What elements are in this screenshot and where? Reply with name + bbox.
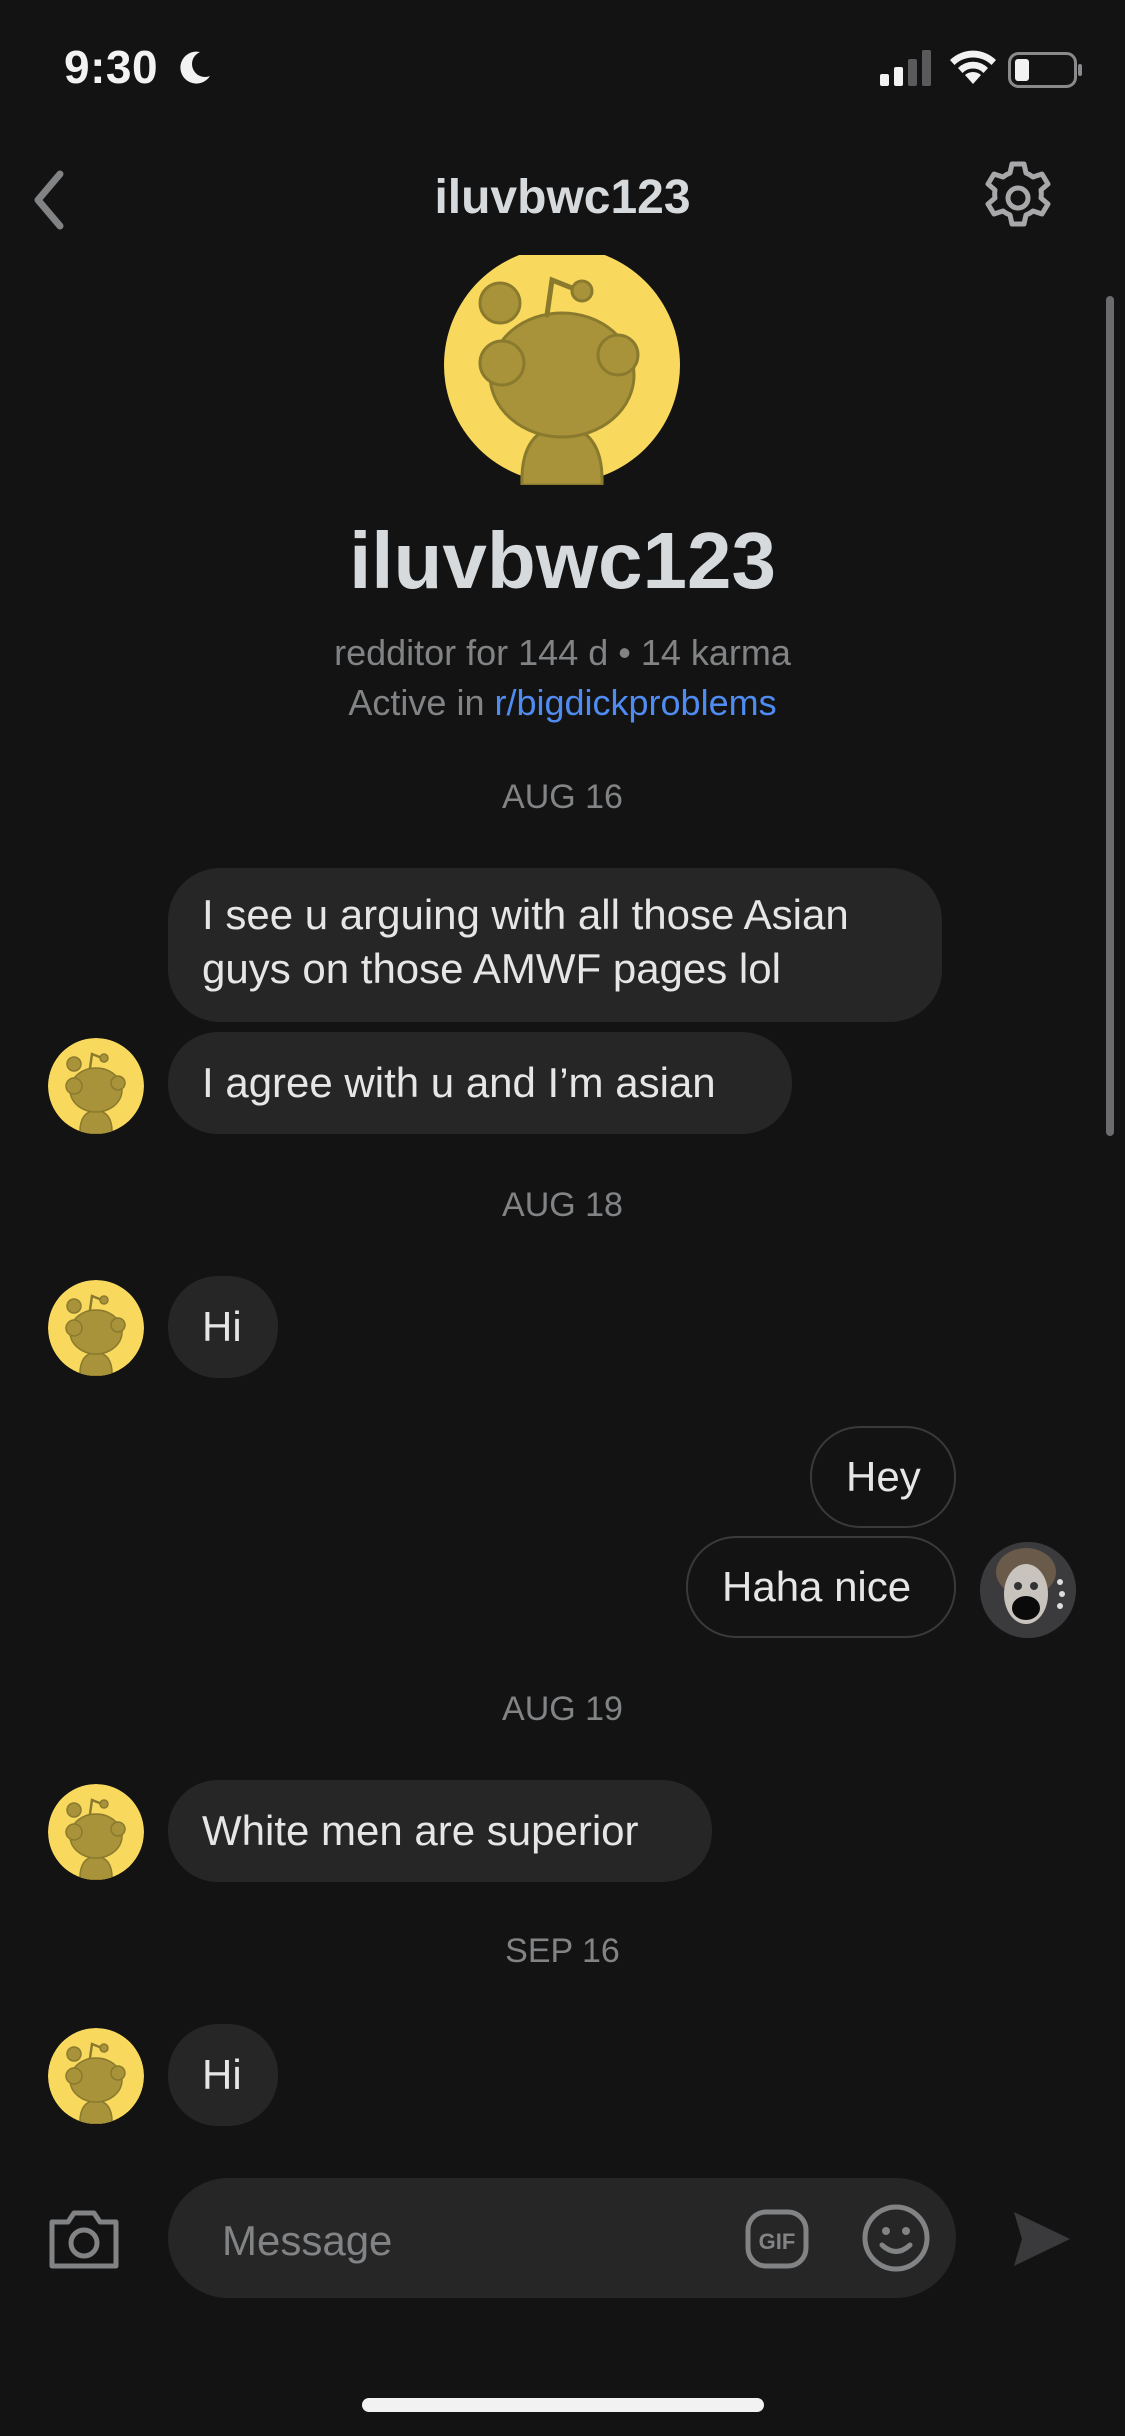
- date-divider: SEP 16: [505, 1932, 620, 1970]
- date-divider: AUG 19: [502, 1690, 623, 1728]
- home-indicator[interactable]: [362, 2398, 764, 2412]
- message-bubble[interactable]: I agree with u and I’m asian: [168, 1032, 792, 1134]
- profile-avatar: [442, 255, 682, 485]
- sender-avatar[interactable]: [48, 2028, 144, 2124]
- profile-username: iluvbwc123: [349, 516, 776, 605]
- wifi-icon: [950, 50, 996, 84]
- subreddit-link[interactable]: r/bigdickproblems: [494, 682, 776, 723]
- gear-icon[interactable]: [978, 158, 1058, 238]
- send-icon[interactable]: [1008, 2206, 1074, 2272]
- battery-icon: [1008, 52, 1082, 88]
- emoji-icon[interactable]: [860, 2202, 932, 2274]
- status-time: 9:30: [64, 41, 159, 93]
- camera-icon[interactable]: [46, 2200, 122, 2276]
- message-bubble[interactable]: White men are superior: [168, 1780, 712, 1882]
- profile-meta: redditor for 144 d • 14 karma: [334, 632, 791, 673]
- sender-avatar[interactable]: [48, 1280, 144, 1376]
- gif-label: GIF: [759, 2229, 796, 2254]
- active-prefix: Active in: [348, 682, 495, 723]
- signal-icon: [880, 50, 931, 86]
- date-divider: AUG 18: [502, 1186, 623, 1224]
- message-bubble-own[interactable]: Haha nice: [686, 1536, 956, 1638]
- message-input[interactable]: [220, 2210, 724, 2272]
- sender-avatar[interactable]: [48, 1784, 144, 1880]
- sender-avatar[interactable]: [48, 1038, 144, 1134]
- header-title: iluvbwc123: [434, 171, 691, 224]
- message-bubble[interactable]: Hi: [168, 1276, 278, 1378]
- message-bubble[interactable]: I see u arguing with all those Asian guy…: [168, 868, 942, 1022]
- date-divider: AUG 16: [502, 778, 623, 816]
- own-avatar[interactable]: [980, 1542, 1076, 1638]
- profile-active-in: Active in r/bigdickproblems: [0, 682, 1125, 724]
- gif-icon[interactable]: GIF: [744, 2206, 810, 2272]
- moon-icon: [180, 51, 210, 84]
- message-bubble[interactable]: Hi: [168, 2024, 278, 2126]
- message-bubble-own[interactable]: Hey: [810, 1426, 956, 1528]
